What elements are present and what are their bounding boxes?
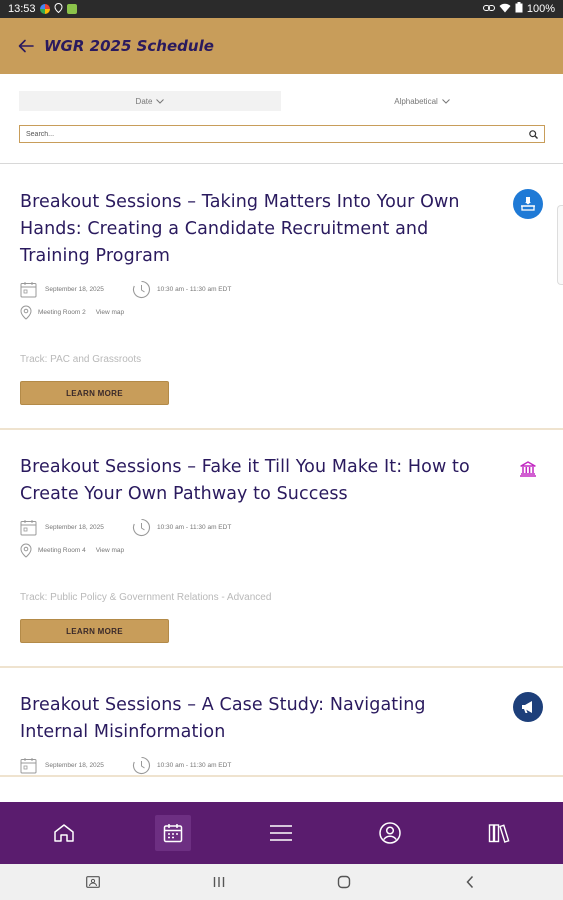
back-arrow-icon (18, 39, 34, 53)
status-time: 13:53 (8, 3, 36, 15)
app-header: WGR 2025 Schedule (0, 18, 563, 74)
screenshot-button[interactable] (81, 870, 105, 894)
location-icon (54, 2, 63, 16)
calendar-icon (20, 758, 37, 774)
session-time: 10:30 am - 11:30 am EDT (132, 756, 231, 775)
session-title[interactable]: Breakout Sessions – Taking Matters Into … (20, 189, 498, 270)
learn-more-button[interactable]: LEARN MORE (20, 619, 169, 643)
bottom-nav (0, 802, 563, 864)
chrome-icon (39, 4, 50, 14)
session-date: September 18, 2025 (20, 757, 132, 774)
session-date-text: September 18, 2025 (45, 762, 104, 769)
link-icon (482, 3, 495, 15)
chevron-down-icon (156, 98, 165, 104)
back-chevron-icon (466, 875, 474, 889)
page-title: WGR 2025 Schedule (44, 37, 214, 55)
session-location: Meeting Room 2 View map (20, 305, 543, 320)
location-pin-icon (20, 543, 32, 558)
session-track: Track: Public Policy & Government Relati… (20, 592, 272, 603)
session-card: Breakout Sessions – Fake it Till You Mak… (0, 430, 563, 668)
search-box (19, 125, 545, 143)
back-system-button[interactable] (458, 870, 482, 894)
android-icon (66, 4, 77, 14)
session-card: Breakout Sessions – A Case Study: Naviga… (0, 668, 563, 777)
session-time-text: 10:30 am - 11:30 am EDT (157, 524, 232, 531)
home-icon (54, 824, 75, 842)
wifi-icon (499, 3, 511, 16)
recents-icon (213, 877, 224, 887)
session-meta: September 18, 2025 10:30 am - 11:30 am E… (20, 518, 543, 537)
chevron-down-icon (441, 98, 450, 104)
system-nav-bar (0, 864, 563, 900)
calendar-icon (20, 520, 37, 536)
status-left: 13:53 (8, 2, 77, 16)
profile-icon (379, 822, 401, 844)
home-circle-icon (338, 875, 351, 889)
session-meta: September 18, 2025 10:30 am - 11:30 am E… (20, 756, 543, 775)
session-track: Track: PAC and Grassroots (20, 354, 142, 365)
session-time-text: 10:30 am - 11:30 am EDT (157, 762, 232, 769)
filter-bar: Date Alphabetical (0, 74, 563, 164)
nav-profile[interactable] (372, 815, 408, 851)
session-card: Breakout Sessions – Taking Matters Into … (0, 165, 563, 430)
sort-alpha-label: Alphabetical (394, 96, 438, 106)
search-input[interactable] (26, 130, 529, 138)
location-pin-icon (20, 305, 32, 320)
clock-icon (133, 280, 150, 299)
clock-icon (133, 518, 150, 537)
search-icon[interactable] (529, 129, 538, 139)
session-location: Meeting Room 4 View map (20, 543, 543, 558)
session-list: Breakout Sessions – Taking Matters Into … (0, 165, 563, 802)
session-location-text: Meeting Room 2 (38, 309, 86, 316)
back-button[interactable] (16, 36, 36, 56)
screenshot-icon (85, 876, 100, 888)
battery-percent: 100% (526, 3, 555, 15)
home-system-button[interactable] (332, 870, 356, 894)
nav-home[interactable] (46, 815, 82, 851)
ballot-box-icon (513, 189, 543, 219)
menu-icon (270, 825, 293, 841)
status-bar: 13:53 100% (0, 0, 563, 18)
nav-library[interactable] (481, 815, 517, 851)
nav-menu[interactable] (263, 815, 299, 851)
view-map-link[interactable]: View map (96, 547, 124, 554)
sort-date-label: Date (135, 96, 153, 106)
sort-alphabetical-tab[interactable]: Alphabetical (300, 91, 544, 111)
library-icon (488, 824, 510, 843)
session-title[interactable]: Breakout Sessions – Fake it Till You Mak… (20, 454, 498, 508)
capitol-building-icon (513, 454, 543, 484)
session-time-text: 10:30 am - 11:30 am EDT (157, 286, 232, 293)
battery-icon (515, 2, 523, 16)
megaphone-icon (513, 692, 543, 722)
nav-calendar[interactable] (154, 815, 191, 851)
session-meta: September 18, 2025 10:30 am - 11:30 am E… (20, 280, 543, 299)
sort-by-date-tab[interactable]: Date (19, 91, 281, 111)
session-date: September 18, 2025 (20, 281, 132, 298)
session-location-text: Meeting Room 4 (38, 547, 86, 554)
session-title[interactable]: Breakout Sessions – A Case Study: Naviga… (20, 692, 498, 746)
calendar-icon (163, 824, 183, 843)
session-time: 10:30 am - 11:30 am EDT (132, 280, 231, 299)
session-time: 10:30 am - 11:30 am EDT (132, 518, 231, 537)
status-right: 100% (482, 2, 555, 16)
view-map-link[interactable]: View map (96, 309, 124, 316)
session-date: September 18, 2025 (20, 519, 132, 536)
session-date-text: September 18, 2025 (45, 524, 104, 531)
calendar-icon (20, 282, 37, 298)
clock-icon (133, 756, 150, 775)
learn-more-button[interactable]: LEARN MORE (20, 381, 169, 405)
session-date-text: September 18, 2025 (45, 286, 104, 293)
recents-button[interactable] (207, 870, 231, 894)
